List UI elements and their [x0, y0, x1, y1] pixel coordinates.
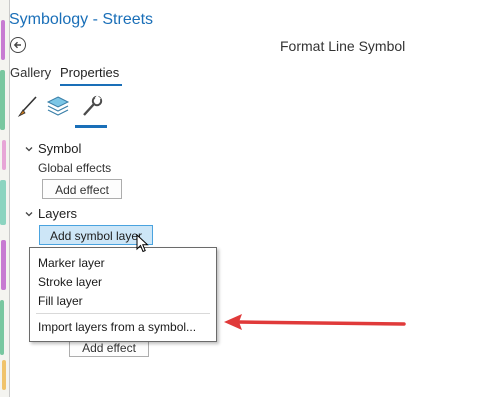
back-button[interactable]: [10, 37, 26, 53]
back-arrow-icon: [13, 41, 21, 49]
add-effect-button[interactable]: Add effect: [42, 179, 122, 199]
layers-section-header[interactable]: Layers: [38, 206, 77, 221]
add-symbol-layer-menu: Marker layer Stroke layer Fill layer Imp…: [29, 247, 217, 342]
menu-item-fill-layer[interactable]: Fill layer: [38, 294, 83, 308]
menu-item-import-layers[interactable]: Import layers from a symbol...: [38, 320, 196, 334]
map-edge: [0, 0, 9, 397]
symbol-section-header[interactable]: Symbol: [38, 141, 81, 156]
annotation-arrow-icon: [224, 314, 406, 330]
wrench-icon[interactable]: [80, 94, 104, 120]
format-symbol-title: Format Line Symbol: [280, 38, 406, 54]
icon-tab-active-indicator: [75, 125, 107, 128]
pane-title: Symbology - Streets: [9, 11, 154, 28]
chevron-down-icon[interactable]: [25, 145, 33, 153]
global-effects-label: Global effects: [38, 161, 112, 175]
brush-icon[interactable]: [16, 94, 40, 120]
menu-item-stroke-layer[interactable]: Stroke layer: [38, 275, 102, 289]
menu-separator: [36, 313, 210, 314]
menu-item-marker-layer[interactable]: Marker layer: [38, 256, 105, 270]
tab-properties[interactable]: Properties: [60, 65, 119, 80]
tab-active-indicator: [60, 84, 122, 86]
mouse-cursor-icon: [136, 234, 149, 253]
tab-gallery[interactable]: Gallery: [10, 65, 51, 80]
layers-icon[interactable]: [46, 94, 70, 120]
chevron-down-icon[interactable]: [25, 210, 33, 218]
